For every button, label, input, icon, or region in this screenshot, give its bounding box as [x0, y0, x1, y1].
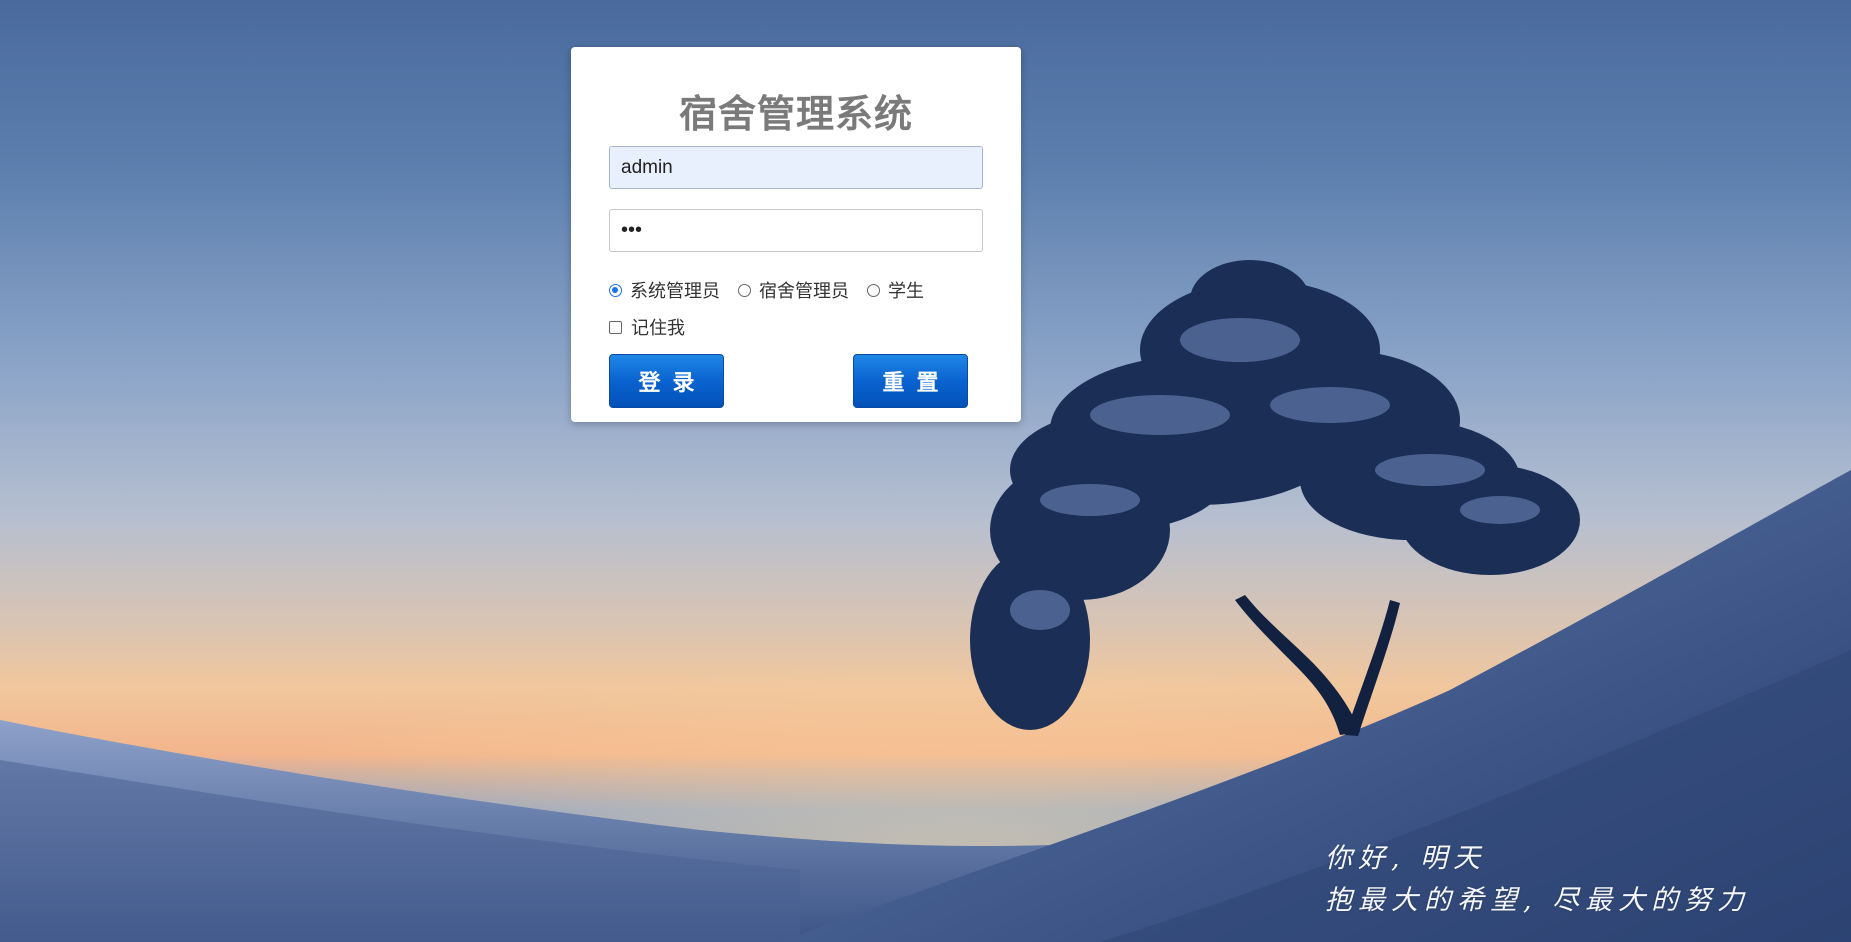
- remember-me: 记住我: [609, 314, 685, 340]
- reset-button[interactable]: 重置: [853, 354, 968, 408]
- login-card: 宿舍管理系统 系统管理员 宿舍管理员 学生 记住我 登录 重置: [571, 47, 1021, 422]
- role-label-student[interactable]: 学生: [888, 277, 924, 303]
- login-button[interactable]: 登录: [609, 354, 724, 408]
- slogan-line-1: 你好, 明天: [1325, 843, 1487, 874]
- role-radio-student[interactable]: [867, 283, 880, 297]
- role-label-dorm-admin[interactable]: 宿舍管理员: [759, 277, 849, 303]
- page-title: 宿舍管理系统: [678, 92, 913, 136]
- remember-me-checkbox[interactable]: [609, 320, 622, 334]
- role-label-system-admin[interactable]: 系统管理员: [630, 277, 720, 303]
- remember-me-label[interactable]: 记住我: [631, 314, 685, 340]
- username-input[interactable]: [609, 146, 983, 189]
- password-input[interactable]: [609, 209, 983, 252]
- slogan: 你好, 明天 抱最大的希望, 尽最大的努力: [1325, 838, 1750, 922]
- role-radio-system-admin[interactable]: [609, 283, 622, 297]
- role-selector: 系统管理员 宿舍管理员 学生: [609, 277, 942, 303]
- slogan-line-2: 抱最大的希望, 尽最大的努力: [1325, 885, 1751, 916]
- role-radio-dorm-admin[interactable]: [738, 283, 751, 297]
